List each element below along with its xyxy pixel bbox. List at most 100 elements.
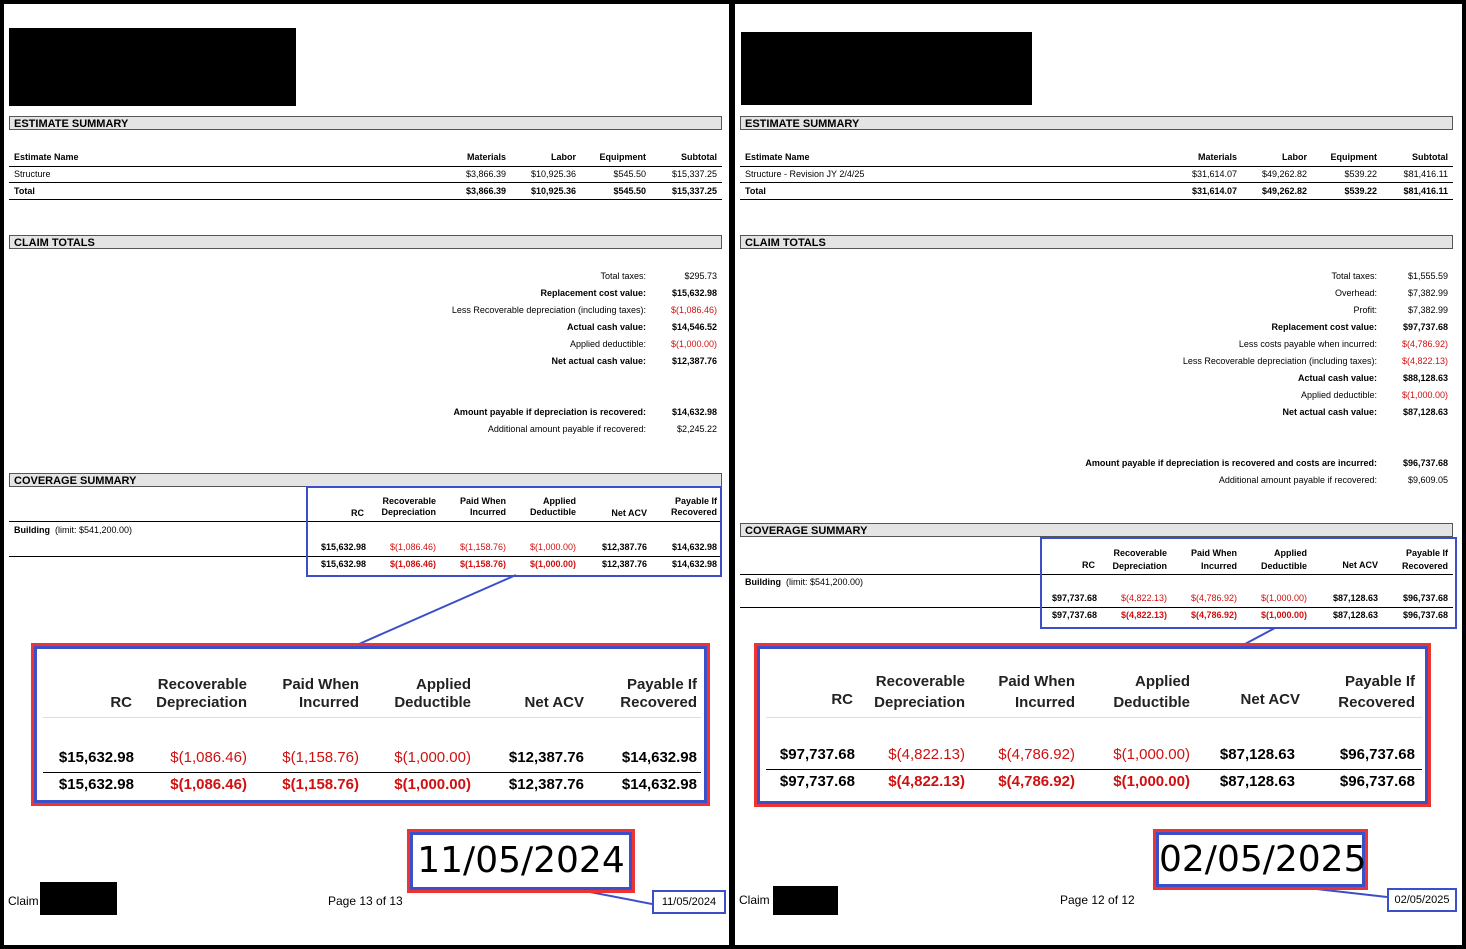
redacted-header-block [741,32,1032,105]
claim-label-deductible: Applied deductible: [1300,390,1377,400]
estimate-header-subtotal: Subtotal [681,152,717,162]
estimate-row-subtotal: $81,416.11 [1403,169,1448,179]
claim-label-depreciation: Less Recoverable depreciation (including… [1182,356,1377,366]
coverage-summary-heading: COVERAGE SUMMARY [9,473,722,487]
zoom-row-depreciation: $(1,086.46) [170,749,247,766]
footer-page-number: Page 13 of 13 [328,894,403,908]
zoom-total-paid-when-incurred: $(4,786.92) [998,773,1075,790]
footer-date: 11/05/2024 [652,890,726,914]
estimate-total-materials: $31,614.07 [1191,186,1237,196]
estimate-row-equipment: $539.22 [1344,169,1377,179]
zoom-total-deductible: $(1,000.00) [394,776,471,793]
claim-label-depreciation: Less Recoverable depreciation (including… [451,305,646,315]
footer-date: 02/05/2025 [1387,888,1457,912]
claim-value-rcv: $97,737.68 [1402,322,1448,332]
zoom-header-net-acv: Net ACV [1240,691,1300,708]
claim-value-acv: $14,546.52 [671,322,717,332]
claim-label-payable: Amount payable if depreciation is recove… [453,407,646,417]
zoom-row-paid-when-incurred: $(4,786.92) [998,746,1075,763]
footer-claim-label: Claim [8,894,39,908]
claim-label-net-acv: Net actual cash value: [1282,407,1377,417]
footer-page-number: Page 12 of 12 [1060,893,1135,907]
zoom-total-depreciation: $(1,086.46) [170,776,247,793]
zoom-header-payable: Payable If Recovered [620,676,697,711]
estimate-header-name: Estimate Name [14,152,79,162]
redacted-header-block [9,28,296,106]
coverage-summary-heading: COVERAGE SUMMARY [740,523,1453,537]
estimate-header-name: Estimate Name [745,152,810,162]
estimate-row-equipment: $545.50 [613,169,646,179]
claim-value-profit: $7,382.99 [1407,305,1448,315]
zoom-header-paid-when-incurred: Paid When Incurred [998,673,1075,711]
claim-value-additional: $9,609.05 [1407,475,1448,485]
zoom-total-paid-when-incurred: $(1,158.76) [282,776,359,793]
zoom-row-rc: $15,632.98 [58,749,134,766]
claim-value-net-acv: $12,387.76 [671,356,717,366]
claim-label-net-acv: Net actual cash value: [551,356,646,366]
claim-value-payable: $96,737.68 [1402,458,1448,468]
claim-label-profit: Profit: [1353,305,1377,315]
claim-value-payable: $14,632.98 [671,407,717,417]
claim-label-rcv: Replacement cost value: [1271,322,1377,332]
zoom-header-rc: RC [110,694,132,711]
zoom-header-depreciation: Recoverable Depreciation [874,673,965,711]
coverage-zoom-callout: RC Recoverable Depreciation Paid When In… [754,643,1431,807]
zoom-total-net-acv: $12,387.76 [508,776,584,793]
estimate-header-materials: Materials [1197,152,1237,162]
zoom-header-payable: Payable If Recovered [1338,673,1415,711]
claim-label-taxes: Total taxes: [600,271,646,281]
zoom-row-paid-when-incurred: $(1,158.76) [282,749,359,766]
claim-totals-heading: CLAIM TOTALS [9,235,722,249]
estimate-summary-heading: ESTIMATE SUMMARY [9,116,722,130]
claim-value-deductible: $(1,000.00) [670,339,717,349]
claim-value-rcv: $15,632.98 [671,288,717,298]
zoom-header-net-acv: Net ACV [524,694,584,711]
zoom-header-paid-when-incurred: Paid When Incurred [282,676,359,711]
zoom-row-deductible: $(1,000.00) [394,749,471,766]
claim-label-payable: Amount payable if depreciation is recove… [1085,458,1377,468]
estimate-row-name: Structure - Revision JY 2/4/25 [745,169,865,179]
claim-label-additional: Additional amount payable if recovered: [487,424,646,434]
claim-label-acv: Actual cash value: [1297,373,1377,383]
zoom-total-rc: $97,737.68 [779,773,855,790]
claim-label-deductible: Applied deductible: [569,339,646,349]
estimate-total-label: Total [14,186,35,196]
claim-label-overhead: Overhead: [1334,288,1377,298]
zoom-header-deductible: Applied Deductible [394,676,471,711]
redacted-claim-number [40,882,117,915]
estimate-row-labor: $10,925.36 [530,169,576,179]
estimate-header-subtotal: Subtotal [1412,152,1448,162]
claim-label-rcv: Replacement cost value: [540,288,646,298]
zoom-row-net-acv: $87,128.63 [1219,746,1295,763]
coverage-building-row-label: Building (limit: $541,200.00) [14,525,133,535]
estimate-header-equipment: Equipment [1330,152,1378,162]
estimate-total-label: Total [745,186,766,196]
zoom-header-deductible: Applied Deductible [1113,673,1190,711]
estimate-total-subtotal: $15,337.25 [671,186,717,196]
zoom-total-payable: $14,632.98 [621,776,697,793]
coverage-zoom-callout: RC Recoverable Depreciation Paid When In… [31,643,710,806]
claim-value-taxes: $1,555.59 [1407,271,1448,281]
footer-claim-label: Claim [739,893,770,907]
zoom-row-net-acv: $12,387.76 [508,749,584,766]
estimate-total-subtotal: $81,416.11 [1403,186,1448,196]
zoom-header-depreciation: Recoverable Depreciation [156,676,247,711]
claim-value-net-acv: $87,128.63 [1402,407,1448,417]
claim-value-costs-payable: $(4,786.92) [1401,339,1448,349]
estimate-row-name: Structure [14,169,51,179]
estimate-row-subtotal: $15,337.25 [671,169,717,179]
estimate-total-equipment: $545.50 [613,186,646,196]
claim-label-costs-payable: Less costs payable when incurred: [1238,339,1377,349]
claim-value-overhead: $7,382.99 [1407,288,1448,298]
estimate-row-labor: $49,262.82 [1261,169,1307,179]
estimate-total-labor: $49,262.82 [1261,186,1307,196]
date-zoom-callout: 02/05/2025 [1153,829,1368,890]
redacted-claim-number [773,886,838,915]
estimate-row-materials: $31,614.07 [1191,169,1237,179]
claim-totals-heading: CLAIM TOTALS [740,235,1453,249]
estimate-header-materials: Materials [466,152,506,162]
right-document-page: ESTIMATE SUMMARY Estimate Name Materials… [735,4,1462,945]
left-document-page: ESTIMATE SUMMARY Estimate Name Materials… [4,4,729,945]
estimate-total-equipment: $539.22 [1344,186,1377,196]
estimate-header-equipment: Equipment [599,152,647,162]
